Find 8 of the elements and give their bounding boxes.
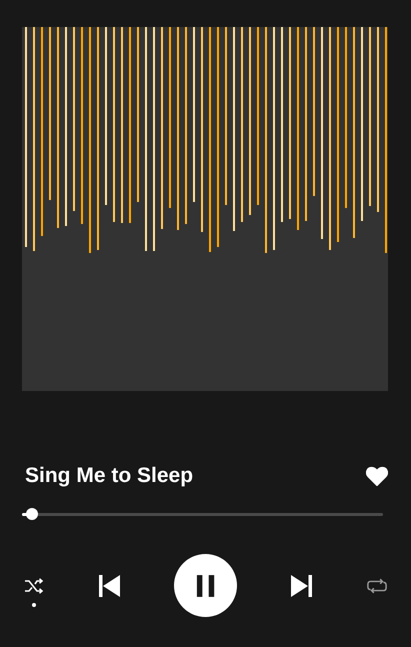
active-dot [32,602,36,606]
shuffle-icon[interactable] [24,576,44,594]
previous-icon[interactable] [97,574,121,598]
heart-icon[interactable] [366,466,388,486]
song-title: Sing Me to Sleep [25,463,194,489]
pause-icon [196,574,216,596]
repeat-icon[interactable] [367,576,387,594]
next-icon[interactable] [290,574,314,598]
